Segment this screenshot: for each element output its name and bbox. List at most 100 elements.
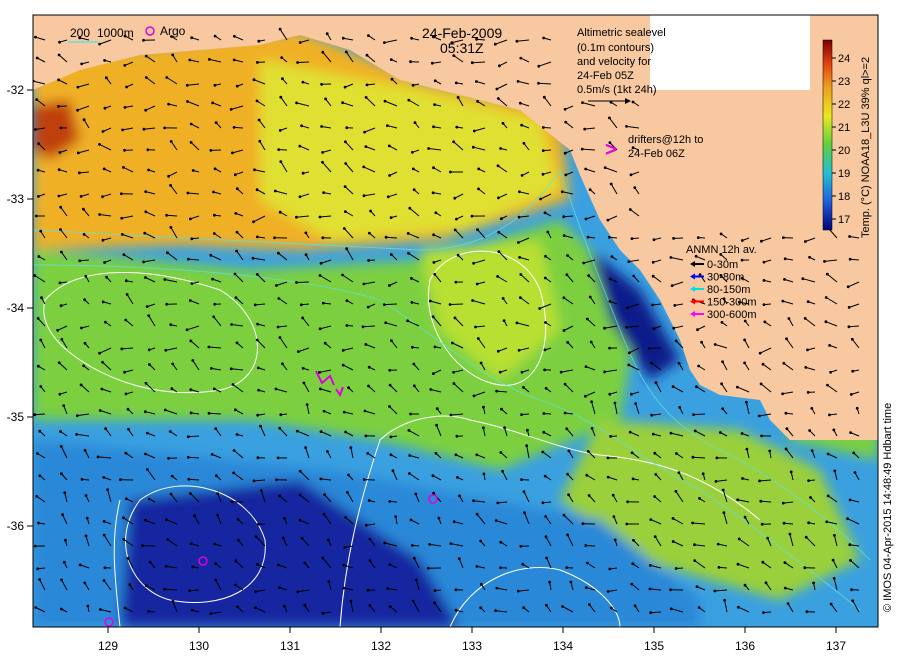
velocity-arrow-head <box>123 606 127 610</box>
velocity-arrow-head <box>79 383 83 387</box>
velocity-arrow-head <box>364 96 368 99</box>
velocity-arrow-head <box>519 544 523 548</box>
velocity-arrow-head <box>281 77 284 81</box>
velocity-arrow-head <box>144 276 147 279</box>
velocity-arrow-head <box>427 147 430 150</box>
velocity-arrow-head <box>188 58 192 62</box>
velocity-arrow-head <box>98 143 101 146</box>
velocity-arrow-head <box>589 340 593 344</box>
velocity-arrow-head <box>671 540 675 543</box>
velocity-arrow-head <box>612 515 616 518</box>
velocity-arrow-head <box>229 108 233 111</box>
velocity-arrow-head <box>522 386 525 389</box>
velocity-arrow-head <box>541 149 545 153</box>
velocity-arrow-head <box>669 256 673 259</box>
velocity-arrow-head <box>327 580 331 583</box>
velocity-arrow-head <box>523 511 526 515</box>
velocity-arrow-head <box>588 188 592 192</box>
velocity-arrow-head <box>62 404 66 407</box>
velocity-arrow-head <box>454 588 458 592</box>
velocity-arrow-head <box>295 101 298 105</box>
velocity-arrow-head <box>832 428 836 432</box>
velocity-arrow-head <box>651 303 654 307</box>
velocity-arrow-head <box>384 235 388 239</box>
velocity-arrow-head <box>498 64 501 68</box>
velocity-arrow-head <box>407 251 410 255</box>
velocity-arrow-head <box>368 537 372 541</box>
velocity-arrow-head <box>669 431 673 435</box>
velocity-arrow-head <box>410 36 413 40</box>
velocity-arrow-head <box>389 216 393 220</box>
velocity-arrow-head <box>515 39 519 43</box>
velocity-arrow-head <box>522 141 526 145</box>
velocity-arrow-head <box>78 259 82 263</box>
velocity-arrow-head <box>78 171 81 175</box>
velocity-arrow-head <box>584 394 587 398</box>
velocity-arrow-head <box>520 123 523 127</box>
velocity-arrow-head <box>537 64 541 68</box>
velocity-arrow-head <box>37 195 40 198</box>
drifters-line: 24-Feb 06Z <box>628 148 685 160</box>
velocity-arrow-head <box>59 430 62 433</box>
velocity-arrow-head <box>342 586 346 590</box>
velocity-arrow-head <box>125 497 128 501</box>
velocity-arrow-head <box>321 236 325 240</box>
y-tick-label: -34 <box>7 301 25 315</box>
velocity-arrow-head <box>562 329 566 332</box>
velocity-arrow-head <box>812 581 815 585</box>
velocity-arrow-head <box>232 58 236 62</box>
velocity-arrow-head <box>631 100 635 104</box>
velocity-arrow-head <box>673 304 677 307</box>
velocity-arrow-head <box>782 236 785 240</box>
velocity-arrow-head <box>391 469 395 473</box>
velocity-arrow-head <box>474 325 477 329</box>
velocity-arrow-head <box>255 188 259 192</box>
velocity-arrow-head <box>519 56 523 60</box>
velocity-arrow-head <box>475 565 479 568</box>
velocity-arrow-head <box>230 323 234 326</box>
velocity-arrow-head <box>801 277 805 281</box>
velocity-arrow-head <box>364 434 368 438</box>
velocity-arrow-head <box>342 563 346 567</box>
velocity-arrow-head <box>472 261 475 265</box>
velocity-arrow-head <box>169 184 173 187</box>
velocity-arrow-head <box>804 366 808 369</box>
velocity-arrow-head <box>569 580 573 584</box>
velocity-arrow-head <box>603 370 606 374</box>
x-tick-label: 131 <box>280 639 300 653</box>
velocity-arrow-head <box>609 435 612 438</box>
velocity-arrow-head <box>475 512 479 516</box>
velocity-arrow-head <box>825 272 829 276</box>
velocity-arrow-head <box>232 449 236 452</box>
velocity-arrow-head <box>743 361 746 365</box>
velocity-arrow-head <box>525 444 529 448</box>
velocity-arrow-head <box>760 434 763 438</box>
colorbar-tick-label: 20 <box>838 145 850 157</box>
velocity-arrow-head <box>235 84 239 88</box>
velocity-arrow <box>538 82 552 85</box>
velocity-arrow-head <box>295 281 298 284</box>
velocity-arrow-head <box>411 345 414 349</box>
velocity-arrow-head <box>39 385 43 388</box>
velocity-arrow-head <box>783 278 786 281</box>
velocity-arrow-head <box>163 126 167 130</box>
velocity-arrow-head <box>257 522 260 526</box>
velocity-arrow-head <box>538 307 542 310</box>
velocity-arrow-head <box>83 449 87 452</box>
velocity-arrow-head <box>80 326 83 330</box>
velocity-arrow-head <box>650 413 654 417</box>
velocity-arrow <box>188 456 200 459</box>
velocity-arrow-head <box>277 297 281 300</box>
velocity-arrow-head <box>520 413 523 416</box>
velocity-arrow-head <box>453 316 457 320</box>
velocity-arrow-head <box>36 452 39 455</box>
velocity-arrow-head <box>122 166 125 169</box>
velocity-arrow-head <box>235 230 239 234</box>
velocity-arrow-head <box>501 469 504 473</box>
velocity-arrow-head <box>344 210 347 214</box>
velocity-arrow-head <box>209 253 213 257</box>
velocity-arrow-head <box>126 407 130 411</box>
velocity-arrow-head <box>853 471 857 474</box>
velocity-arrow-head <box>585 317 589 321</box>
velocity-arrow-head <box>321 160 324 164</box>
